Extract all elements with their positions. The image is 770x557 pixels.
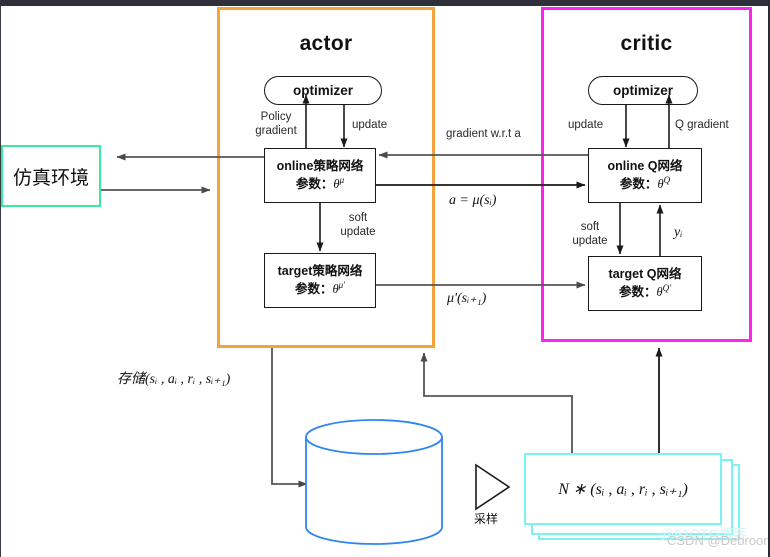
- node-actor-target-policy[interactable]: target策略网络 参数：θμ': [264, 253, 376, 308]
- arrow-minibatch-to-actor: [420, 352, 573, 453]
- node-actor-online-policy-line2: 参数：θμ: [295, 175, 345, 192]
- edge-label-q-gradient: Q gradient: [675, 119, 729, 131]
- edge-label-critic-soft-update: soft update: [572, 221, 608, 248]
- node-critic-optimizer-label: optimizer: [612, 83, 673, 98]
- window-left-edge: [0, 6, 1, 557]
- edge-label-store: 存储(sᵢ , aᵢ , rᵢ , sᵢ₊₁): [117, 372, 231, 387]
- edge-label-actor-soft-update: soft update: [340, 212, 376, 239]
- edge-label-action: a = μ(sᵢ): [449, 193, 497, 208]
- diagram-canvas: actor critic 仿真环境 optimizer online策略网络 参…: [0, 0, 770, 557]
- edge-label-gradient-wrt-a: gradient w.r.t a: [446, 128, 521, 140]
- watermark-csdn: CSDN @Debroom: [667, 533, 770, 548]
- node-minibatch-label: N ∗ (sᵢ , aᵢ , rᵢ , sᵢ₊₁): [558, 481, 688, 498]
- group-title-critic: critic: [620, 32, 673, 55]
- node-replay-memory-line3: Memory: [349, 492, 399, 508]
- edge-label-actor-update: update: [352, 119, 388, 131]
- node-actor-optimizer[interactable]: optimizer: [264, 76, 382, 105]
- node-actor-optimizer-label: optimizer: [292, 83, 353, 98]
- node-critic-online-q-line2: 参数：θQ: [619, 175, 671, 192]
- arrow-store-to-replay-memory: [271, 348, 308, 488]
- edge-label-mu-prime: μ'(sᵢ₊₁): [447, 291, 487, 306]
- window-chrome-bar: [0, 0, 768, 6]
- node-critic-optimizer[interactable]: optimizer: [588, 76, 698, 105]
- node-environment[interactable]: 仿真环境: [1, 145, 101, 207]
- sampling-play-icon: [475, 463, 511, 511]
- node-critic-target-q-line2: 参数：θQ': [618, 283, 672, 300]
- node-actor-online-policy[interactable]: online策略网络 参数：θμ: [264, 148, 376, 203]
- node-actor-target-policy-line1: target策略网络: [277, 263, 363, 278]
- node-critic-online-q-line1: online Q网络: [607, 158, 683, 173]
- group-title-actor: actor: [299, 32, 353, 55]
- node-actor-online-policy-line1: online策略网络: [276, 158, 364, 173]
- node-critic-online-q[interactable]: online Q网络 参数：θQ: [588, 148, 702, 203]
- node-replay-memory-line1: Experience: [339, 462, 409, 478]
- edge-label-sampling: 采样: [474, 512, 499, 526]
- node-critic-target-q[interactable]: target Q网络 参数：θQ': [588, 256, 702, 311]
- edge-label-policy-gradient: Policy gradient: [255, 111, 297, 138]
- node-replay-memory-line2: Replay: [352, 477, 396, 493]
- node-minibatch[interactable]: N ∗ (sᵢ , aᵢ , rᵢ , sᵢ₊₁): [524, 453, 722, 525]
- node-actor-target-policy-line2: 参数：θμ': [294, 280, 346, 297]
- node-environment-label: 仿真环境: [12, 167, 89, 189]
- node-replay-memory[interactable]: Experience Replay Memory: [312, 455, 436, 515]
- edge-label-y-i: yᵢ: [674, 225, 683, 240]
- node-critic-target-q-line1: target Q网络: [608, 266, 682, 281]
- edge-label-critic-update: update: [568, 119, 604, 131]
